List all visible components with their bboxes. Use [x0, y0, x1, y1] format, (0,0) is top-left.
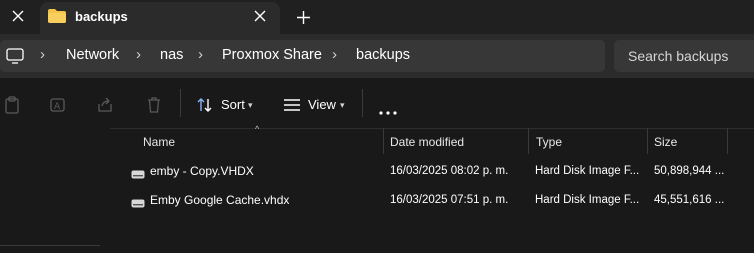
toolbar-divider — [180, 89, 181, 117]
navigation-divider — [0, 245, 100, 246]
chevron-down-icon[interactable]: ▾ — [248, 100, 253, 111]
chevron-right-icon[interactable]: › — [198, 46, 203, 63]
rename-icon[interactable]: A — [48, 95, 68, 115]
share-icon[interactable] — [95, 95, 115, 115]
close-icon[interactable] — [8, 6, 28, 26]
disk-image-icon — [131, 196, 145, 208]
sort-icon[interactable] — [196, 96, 214, 114]
breadcrumb-nas[interactable]: nas — [160, 47, 183, 63]
sort-indicator-icon: ^ — [255, 124, 260, 134]
column-divider[interactable] — [528, 128, 529, 154]
breadcrumb-proxmox-share[interactable]: Proxmox Share — [222, 47, 322, 63]
column-divider[interactable] — [727, 128, 728, 154]
search-input[interactable]: Search backups — [628, 48, 728, 64]
view-button[interactable]: View — [308, 97, 336, 112]
breadcrumb-backups[interactable]: backups — [356, 47, 410, 63]
toolbar-divider — [362, 89, 363, 117]
tab-close-icon[interactable] — [250, 6, 270, 26]
file-size: 50,898,944 ... — [654, 165, 724, 177]
chevron-right-icon[interactable]: › — [136, 46, 141, 63]
paste-icon[interactable] — [2, 95, 22, 115]
file-type: Hard Disk Image F... — [535, 165, 640, 177]
delete-icon[interactable] — [144, 95, 164, 115]
chevron-down-icon[interactable]: ▾ — [340, 100, 345, 111]
view-icon[interactable] — [283, 98, 301, 112]
new-tab-icon[interactable] — [292, 6, 314, 28]
chevron-right-icon[interactable]: › — [40, 46, 45, 63]
tab-title: backups — [75, 9, 128, 24]
column-divider[interactable] — [647, 128, 648, 154]
folder-icon — [48, 9, 66, 23]
svg-text:A: A — [54, 102, 61, 112]
breadcrumb-network[interactable]: Network — [66, 47, 119, 63]
more-options-icon[interactable] — [379, 103, 399, 115]
file-date: 16/03/2025 08:02 p. m. — [390, 165, 509, 177]
sort-button[interactable]: Sort — [221, 97, 245, 112]
column-divider[interactable] — [383, 128, 384, 154]
file-name[interactable]: Emby Google Cache.vhdx — [150, 193, 289, 207]
file-name[interactable]: emby - Copy.VHDX — [150, 164, 254, 178]
file-date: 16/03/2025 07:51 p. m. — [390, 194, 509, 206]
navigation-pane — [0, 128, 110, 253]
file-type: Hard Disk Image F... — [535, 194, 640, 206]
chevron-right-icon[interactable]: › — [332, 46, 337, 63]
this-pc-icon[interactable] — [6, 48, 24, 64]
disk-image-icon — [131, 167, 145, 179]
file-size: 45,551,616 ... — [654, 194, 724, 206]
